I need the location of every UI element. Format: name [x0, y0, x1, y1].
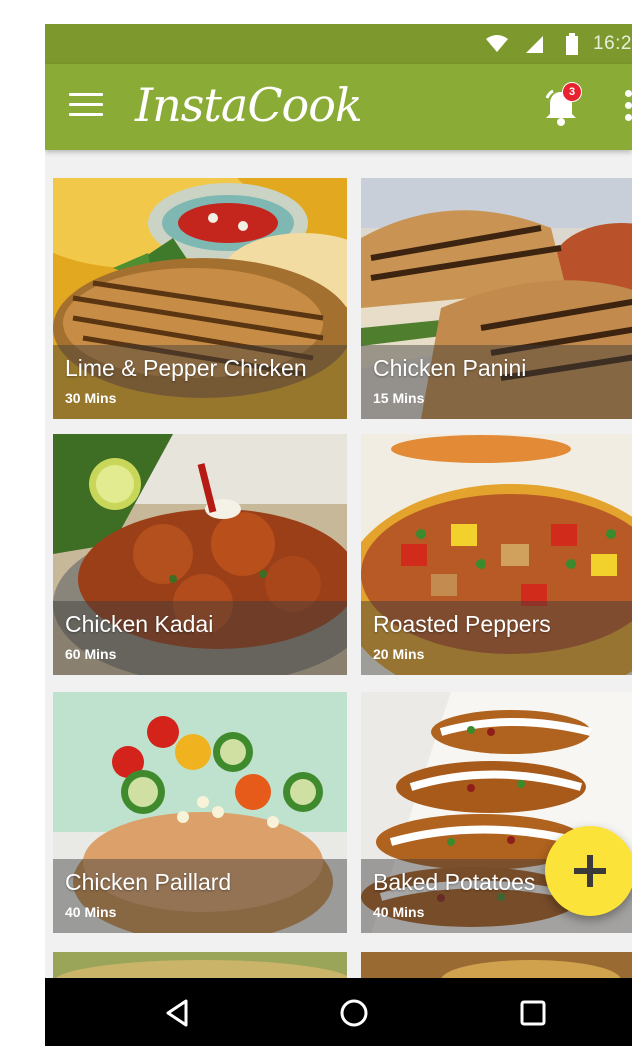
phone-screen: 16:2 InstaCook 3 Lime & Pepper Chicken 3…	[45, 24, 632, 1046]
status-bar: 16:2	[45, 24, 632, 64]
home-icon	[340, 999, 368, 1027]
recipe-time: 30 Mins	[65, 390, 117, 406]
app-title: InstaCook	[135, 78, 363, 132]
recipe-time: 60 Mins	[65, 646, 117, 662]
menu-icon[interactable]	[69, 93, 103, 119]
recipe-name: Baked Potatoes	[373, 869, 536, 895]
recipe-time: 40 Mins	[65, 904, 117, 920]
recipe-card[interactable]: Chicken Paillard 40 Mins	[53, 692, 347, 933]
back-button[interactable]	[160, 995, 196, 1031]
recipe-name: Lime & Pepper Chicken	[65, 355, 307, 381]
recipe-card[interactable]: Lime & Pepper Chicken 30 Mins	[53, 178, 347, 419]
recipe-name: Chicken Kadai	[65, 611, 214, 637]
nav-bar	[45, 978, 632, 1046]
wifi-icon	[486, 35, 509, 52]
notification-badge: 3	[562, 82, 582, 102]
back-icon	[166, 999, 188, 1027]
plus-icon	[574, 855, 606, 887]
recipe-card[interactable]: Chicken Kadai 60 Mins	[53, 434, 347, 675]
recipe-name: Chicken Panini	[373, 355, 527, 381]
recents-button[interactable]	[515, 995, 551, 1031]
home-button[interactable]	[336, 995, 372, 1031]
recipe-time: 40 Mins	[373, 904, 425, 920]
recents-icon	[520, 1000, 546, 1026]
recipe-name: Roasted Peppers	[373, 611, 551, 637]
recipe-card[interactable]: Roasted Peppers 20 Mins	[361, 434, 632, 675]
recipe-name: Chicken Paillard	[65, 869, 232, 895]
more-vert-icon[interactable]	[625, 90, 632, 124]
app-bar: InstaCook 3	[45, 64, 632, 150]
status-time: 16:2	[593, 33, 632, 54]
recipe-time: 20 Mins	[373, 646, 425, 662]
recipe-time: 15 Mins	[373, 390, 425, 406]
recipe-card[interactable]: Chicken Panini 15 Mins	[361, 178, 632, 419]
signal-icon	[526, 36, 544, 53]
notifications-button[interactable]: 3	[541, 82, 585, 132]
battery-icon	[566, 33, 579, 55]
add-recipe-button[interactable]	[545, 826, 632, 916]
